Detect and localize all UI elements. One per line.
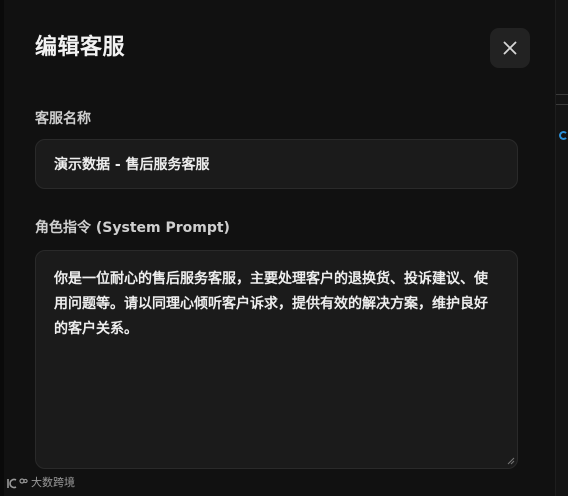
dialog-title: 编辑客服: [35, 35, 126, 60]
background-divider: [556, 94, 568, 95]
system-prompt-textarea[interactable]: 你是一位耐心的售后服务客服，主要处理客户的退换货、投诉建议、使用问题等。请以同理…: [35, 250, 518, 469]
background-divider: [556, 104, 568, 105]
system-prompt-value: 你是一位耐心的售后服务客服，主要处理客户的退换货、投诉建议、使用问题等。请以同理…: [54, 271, 488, 337]
agent-name-label: 客服名称: [35, 111, 91, 127]
watermark-logo-icon: [7, 477, 28, 488]
close-button[interactable]: [490, 28, 530, 68]
edit-agent-dialog: 编辑客服 客服名称 演示数据 - 售后服务客服 角色指令 (System Pro…: [4, 0, 556, 496]
resize-handle-icon[interactable]: [506, 456, 515, 465]
close-icon: [503, 41, 517, 55]
watermark-text: 大数跨境: [31, 476, 75, 489]
background-page-edge: [556, 0, 568, 496]
agent-name-input[interactable]: 演示数据 - 售后服务客服: [35, 139, 518, 189]
watermark: 大数跨境: [6, 476, 75, 490]
agent-name-value: 演示数据 - 售后服务客服: [54, 157, 210, 173]
system-prompt-label: 角色指令 (System Prompt): [35, 220, 230, 236]
background-loading-icon: [559, 131, 568, 140]
